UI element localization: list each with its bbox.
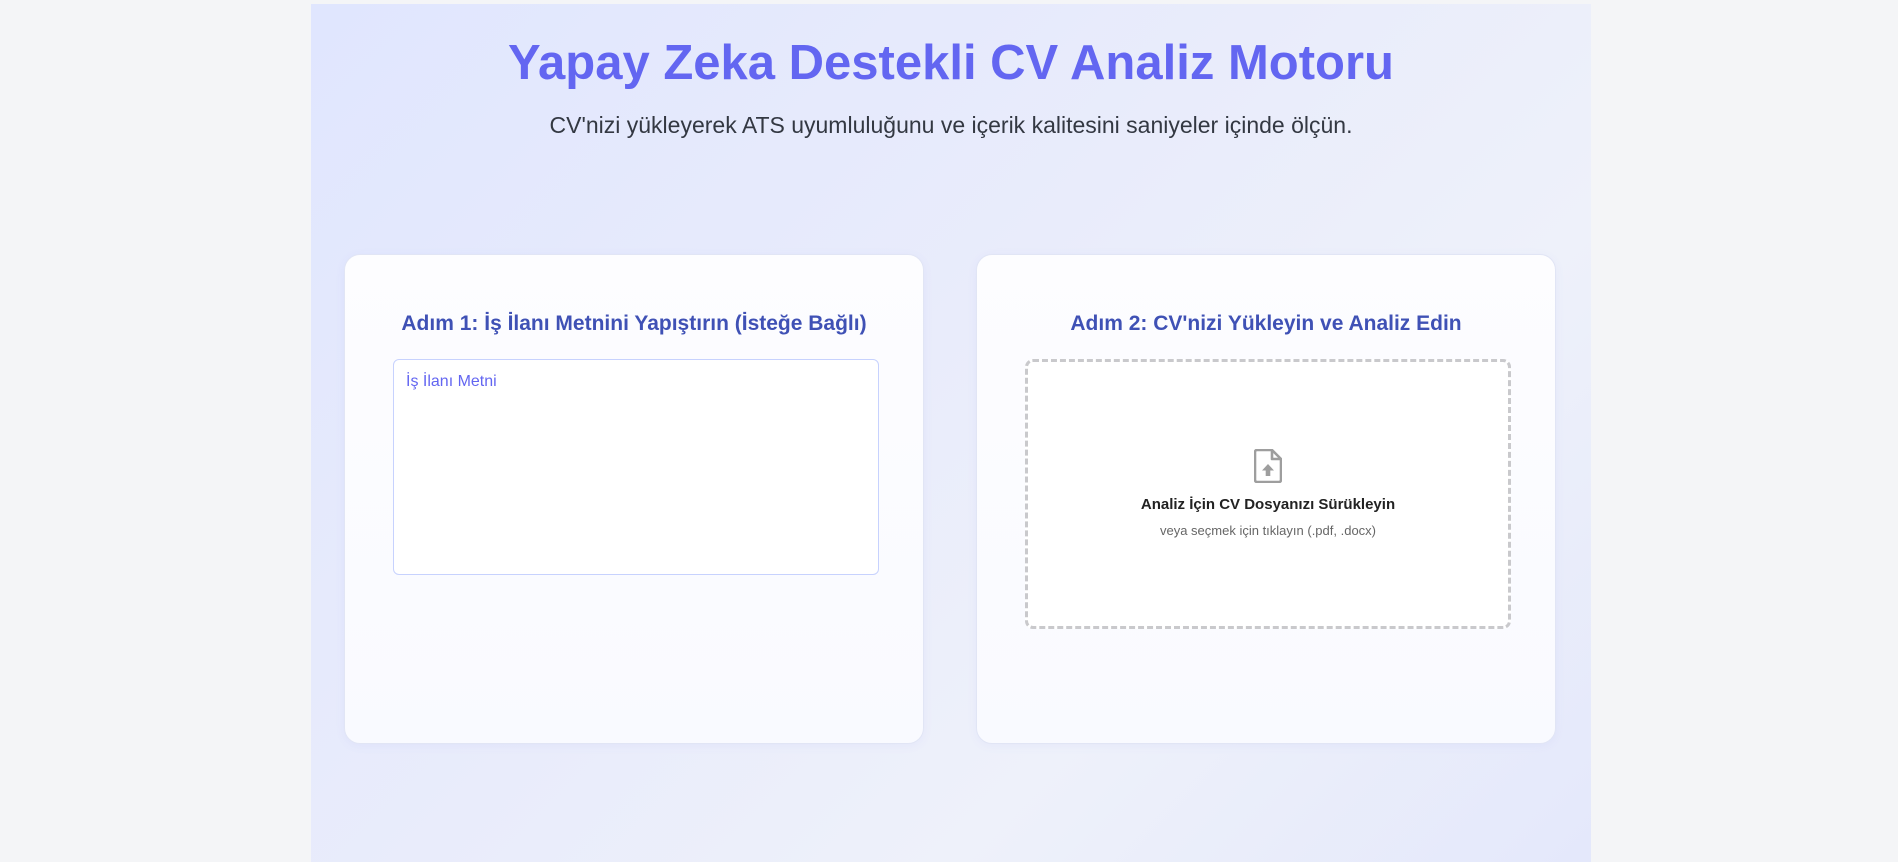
main-panel: Yapay Zeka Destekli CV Analiz Motoru CV'… [311,4,1591,862]
step2-heading: Adım 2: CV'nizi Yükleyin ve Analiz Edin [1070,312,1462,335]
file-upload-icon [1254,449,1282,483]
cv-upload-card: Adım 2: CV'nizi Yükleyin ve Analiz Edin … [976,254,1556,744]
cv-dropzone[interactable]: Analiz İçin CV Dosyanızı Sürükleyin veya… [1025,359,1511,629]
job-posting-card: Adım 1: İş İlanı Metnini Yapıştırın (İst… [344,254,924,744]
page-subtitle: CV'nizi yükleyerek ATS uyumluluğunu ve i… [549,112,1353,138]
step1-heading: Adım 1: İş İlanı Metnini Yapıştırın (İst… [401,312,867,335]
page-title: Yapay Zeka Destekli CV Analiz Motoru [508,36,1394,90]
dropzone-hint: veya seçmek için tıklayın (.pdf, .docx) [1159,523,1377,538]
job-posting-textarea[interactable] [393,359,879,575]
dropzone-title: Analiz İçin CV Dosyanızı Sürükleyin [1140,496,1396,513]
